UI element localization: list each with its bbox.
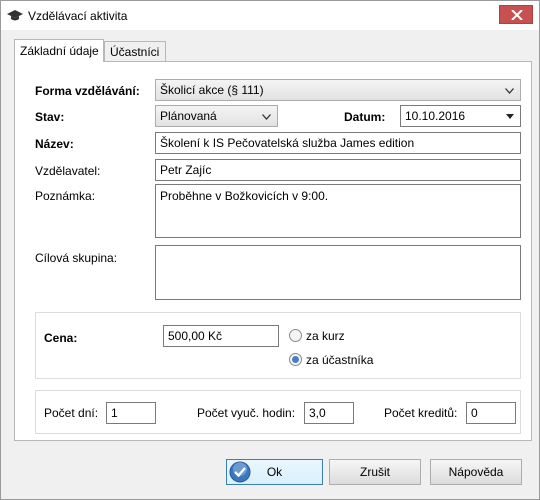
tab-participants-label: Účastníci xyxy=(110,45,160,59)
counts-group: Počet dní: 1 Počet vyuč. hodin: 3,0 Poče… xyxy=(35,390,521,434)
forma-select[interactable]: Školicí akce (§ 111) xyxy=(155,79,521,101)
vzdelavatel-value: Petr Zajíc xyxy=(160,163,212,177)
cilova-skupina-textarea[interactable] xyxy=(155,245,521,300)
datum-picker[interactable]: 10.10.2016 xyxy=(400,105,521,127)
datum-label: Datum: xyxy=(344,110,386,124)
chevron-down-icon xyxy=(505,88,514,94)
ok-label: Ok xyxy=(266,465,283,479)
nazev-input[interactable]: Školení k IS Pečovatelská služba James e… xyxy=(155,132,521,154)
radio-per-participant[interactable] xyxy=(289,353,302,366)
chevron-down-icon xyxy=(262,114,271,120)
poznamka-label: Poznámka: xyxy=(35,189,96,203)
stav-select[interactable]: Plánovaná xyxy=(155,105,278,127)
days-input[interactable]: 1 xyxy=(106,402,156,424)
datum-value: 10.10.2016 xyxy=(405,109,466,123)
price-input[interactable]: 500,00 Kč xyxy=(163,325,279,347)
radio-per-participant-label: za účastníka xyxy=(306,353,374,367)
stav-value: Plánovaná xyxy=(160,109,217,123)
basic-info-panel: Forma vzdělávání: Školicí akce (§ 111) S… xyxy=(14,61,532,441)
credits-value: 0 xyxy=(471,406,478,420)
tab-basic-info[interactable]: Základní údaje xyxy=(14,39,104,62)
help-button[interactable]: Nápověda xyxy=(430,459,522,485)
days-label: Počet dní: xyxy=(44,406,99,420)
forma-value: Školicí akce (§ 111) xyxy=(160,83,264,97)
tab-basic-info-label: Základní údaje xyxy=(20,44,99,58)
cilova-skupina-label: Cílová skupina: xyxy=(35,251,118,265)
close-icon xyxy=(511,10,523,20)
checkmark-icon xyxy=(229,461,251,483)
cancel-label: Zrušit xyxy=(360,465,390,479)
days-value: 1 xyxy=(111,406,118,420)
help-label: Nápověda xyxy=(448,465,504,479)
dialog-window: Vzdělávací aktivita Základní údaje Účast… xyxy=(0,0,540,500)
price-value: 500,00 Kč xyxy=(168,329,223,343)
nazev-label: Název: xyxy=(35,137,74,151)
stav-label: Stav: xyxy=(35,110,65,124)
forma-label: Forma vzdělávání: xyxy=(35,84,140,98)
cancel-button[interactable]: Zrušit xyxy=(329,459,421,485)
hours-value: 3,0 xyxy=(309,406,326,420)
poznamka-value: Proběhne v Božkovicích v 9:00. xyxy=(160,189,329,203)
credits-label: Počet kreditů: xyxy=(384,406,458,420)
graduation-cap-icon xyxy=(7,10,23,22)
tab-participants[interactable]: Účastníci xyxy=(104,41,166,61)
hours-input[interactable]: 3,0 xyxy=(304,402,354,424)
window-title: Vzdělávací aktivita xyxy=(28,9,128,23)
close-button[interactable] xyxy=(499,5,533,24)
vzdelavatel-label: Vzdělavatel: xyxy=(35,164,101,178)
vzdelavatel-input[interactable]: Petr Zajíc xyxy=(155,159,521,181)
title-bar[interactable]: Vzdělávací aktivita xyxy=(1,1,539,30)
hours-label: Počet vyuč. hodin: xyxy=(197,406,296,420)
credits-input[interactable]: 0 xyxy=(466,402,516,424)
price-group: Cena: 500,00 Kč za kurz za účastníka xyxy=(35,312,521,379)
nazev-value: Školení k IS Pečovatelská služba James e… xyxy=(160,136,415,150)
price-label: Cena: xyxy=(44,331,78,345)
radio-per-course[interactable] xyxy=(289,329,302,342)
poznamka-textarea[interactable]: Proběhne v Božkovicích v 9:00. xyxy=(155,184,521,238)
ok-button[interactable]: Ok xyxy=(226,459,323,485)
dropdown-arrow-icon xyxy=(506,114,514,119)
radio-per-course-label: za kurz xyxy=(306,329,345,343)
